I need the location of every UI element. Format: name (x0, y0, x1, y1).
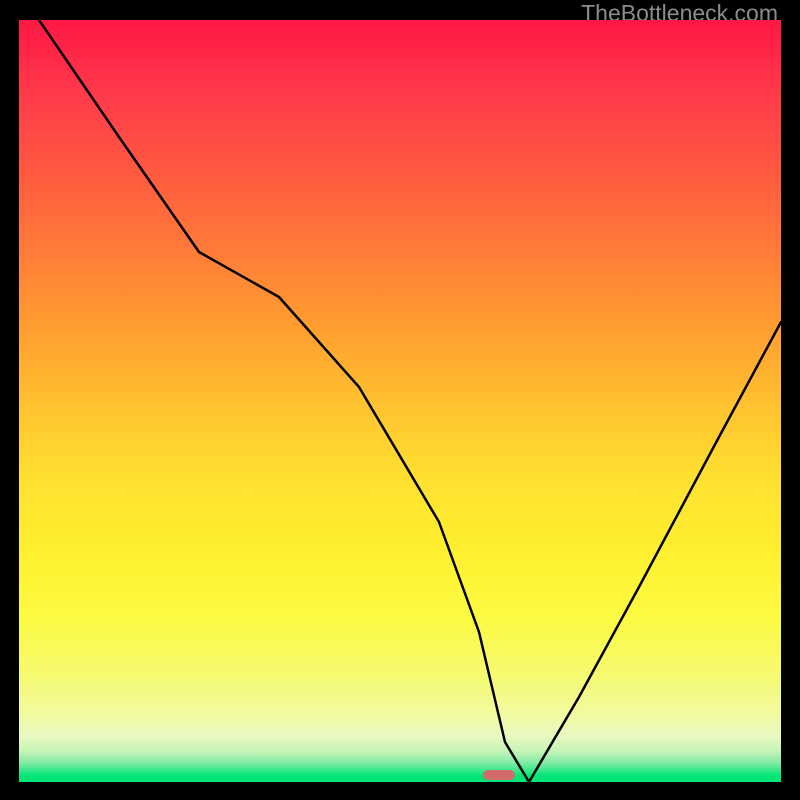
bottleneck-curve (19, 20, 781, 782)
optimal-marker (483, 770, 515, 780)
plot-area (19, 20, 781, 782)
chart-container: TheBottleneck.com (0, 0, 800, 800)
